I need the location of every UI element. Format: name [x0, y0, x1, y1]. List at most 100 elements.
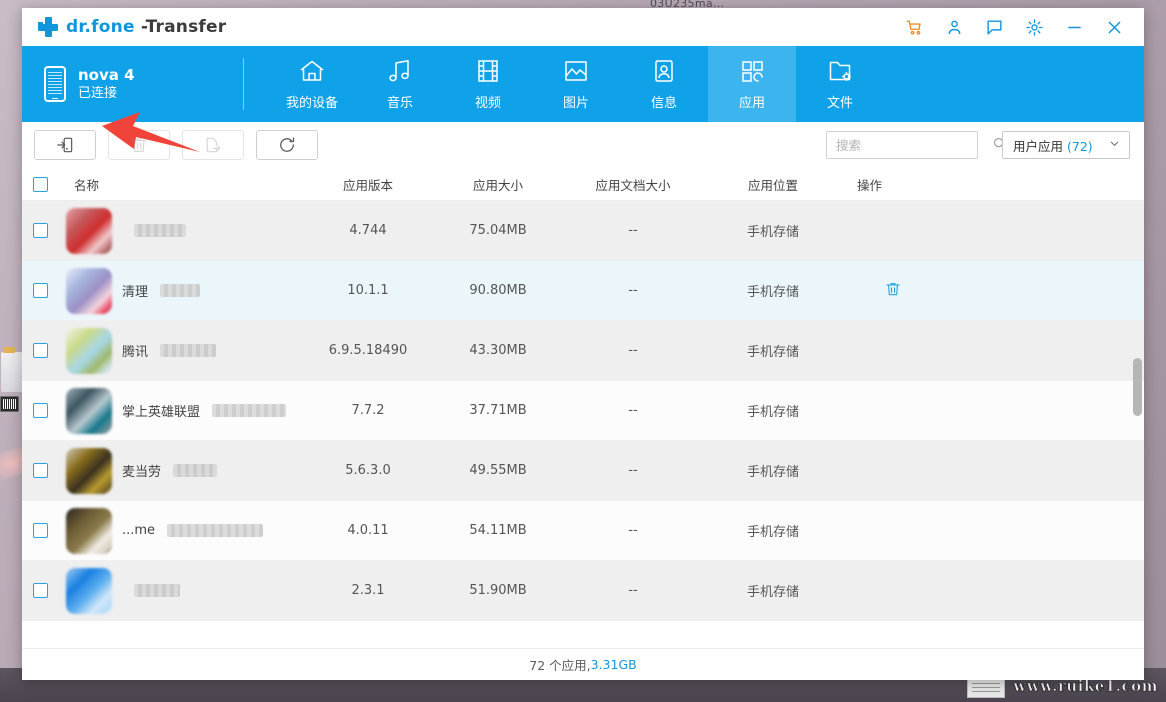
nav-tab-label: 信息 [650, 96, 677, 111]
app-name-label: 麦当劳 [122, 465, 162, 480]
nav-tab-label: 音乐 [386, 96, 413, 111]
search-input[interactable] [836, 137, 992, 153]
header-name: 名称 [74, 177, 100, 193]
app-version-cell: 10.1.1 [347, 283, 389, 298]
app-table: 名称 应用版本 应用大小 应用文档大小 应用位置 操作 4.744 75.04MB… [22, 168, 1144, 648]
photo-icon [561, 57, 591, 85]
app-filter-label: 用户应用 [1013, 138, 1064, 154]
row-checkbox[interactable] [32, 463, 48, 478]
row-checkbox[interactable] [32, 343, 48, 358]
nav-tab-apps[interactable]: 应用 [708, 46, 796, 122]
nav-tab-label: 我的设备 [285, 96, 338, 111]
search-box[interactable] [826, 131, 1006, 159]
app-name-redaction [173, 464, 218, 477]
table-header-row: 名称 应用版本 应用大小 应用文档大小 应用位置 操作 [22, 168, 1144, 201]
select-all-checkbox[interactable] [32, 176, 48, 192]
close-icon[interactable] [1094, 10, 1134, 44]
settings-icon[interactable] [1014, 10, 1054, 44]
app-doc-size-cell: -- [628, 463, 638, 478]
app-location-cell: 手机存储 [746, 405, 799, 420]
table-body: 4.744 75.04MB -- 手机存储 清理 10.1.1 90.80MB -- 手机存储腾… [22, 201, 1144, 648]
phone-icon [44, 66, 66, 102]
row-checkbox[interactable] [32, 583, 48, 598]
cart-icon[interactable] [894, 10, 934, 44]
table-row[interactable]: 清理 10.1.1 90.80MB -- 手机存储 [22, 261, 1144, 321]
desktop-icon-barcode[interactable] [0, 396, 19, 412]
status-bar: 72 个应用, 3.31GB [22, 648, 1144, 680]
app-name-redaction [160, 344, 217, 357]
app-name-redaction [212, 404, 287, 417]
app-doc-size-cell: -- [628, 223, 638, 238]
app-version-cell: 4.744 [349, 223, 387, 238]
app-location-cell: 手机存储 [746, 225, 799, 240]
table-row[interactable]: 腾讯 6.9.5.18490 43.30MB -- 手机存储 [22, 321, 1144, 381]
nav-tab-video[interactable]: 视频 [444, 46, 532, 122]
table-row[interactable]: 2.3.1 51.90MB -- 手机存储 [22, 561, 1144, 621]
table-scrollbar-thumb[interactable] [1133, 358, 1142, 416]
app-size-cell: 51.90MB [469, 583, 527, 598]
connected-device[interactable]: nova 4 已连接 [22, 46, 244, 122]
nav-tabs: 我的设备 音乐 视频 图片 信息 应用 文件 [268, 46, 884, 122]
row-checkbox[interactable] [32, 223, 48, 238]
table-row[interactable]: 麦当劳 5.6.3.0 49.55MB -- 手机存储 [22, 441, 1144, 501]
nav-tab-file[interactable]: 文件 [796, 46, 884, 122]
row-checkbox[interactable] [32, 523, 48, 538]
row-checkbox[interactable] [32, 283, 48, 298]
header-action: 操作 [857, 177, 883, 193]
app-name-cell: 清理 [58, 267, 303, 314]
app-size-cell: 43.30MB [469, 343, 527, 358]
nav-tab-my-device[interactable]: 我的设备 [268, 46, 356, 122]
nav-tab-label: 视频 [474, 96, 501, 111]
app-name-cell [58, 567, 303, 614]
table-row[interactable]: ...me 4.0.11 54.11MB -- 手机存储 [22, 501, 1144, 561]
app-icon [66, 567, 112, 614]
app-icon [66, 507, 112, 554]
table-row[interactable]: 4.744 75.04MB -- 手机存储 [22, 201, 1144, 261]
app-location-cell: 手机存储 [746, 585, 799, 600]
refresh-button[interactable] [256, 130, 318, 160]
app-name-cell: 腾讯 [58, 327, 303, 374]
apps-icon [737, 57, 767, 85]
app-size-cell: 49.55MB [469, 463, 527, 478]
delete-icon[interactable] [884, 280, 902, 298]
header-doc-size: 应用文档大小 [595, 177, 671, 193]
feedback-icon[interactable] [974, 10, 1014, 44]
app-doc-size-cell: -- [628, 343, 638, 358]
minimize-icon[interactable] [1054, 10, 1094, 44]
nav-tab-info[interactable]: 信息 [620, 46, 708, 122]
table-row[interactable]: 掌上英雄联盟 7.7.2 37.71MB -- 手机存储 [22, 381, 1144, 441]
row-checkbox[interactable] [32, 403, 48, 418]
nav-tab-photo[interactable]: 图片 [532, 46, 620, 122]
app-size-cell: 54.11MB [469, 523, 527, 538]
delete-app-button[interactable] [108, 130, 170, 160]
install-app-button[interactable] [34, 130, 96, 160]
export-app-button[interactable] [182, 130, 244, 160]
account-icon[interactable] [934, 10, 974, 44]
app-name-label: 清理 [122, 285, 149, 300]
app-name-cell: 掌上英雄联盟 [58, 387, 303, 434]
app-version-cell: 4.0.11 [347, 523, 389, 538]
nav-tab-label: 图片 [562, 96, 589, 111]
title-bar: dr.fone -Transfer [22, 8, 1144, 46]
app-title-brand: dr.fone [66, 17, 135, 37]
app-name-label: 掌上英雄联盟 [122, 405, 201, 420]
contact-icon [649, 57, 679, 85]
app-version-cell: 7.7.2 [351, 403, 385, 418]
row-checkbox-cell [22, 523, 58, 538]
nav-tab-label: 应用 [738, 96, 765, 111]
app-doc-size-cell: -- [628, 523, 638, 538]
app-name-redaction [160, 284, 201, 297]
app-size-cell: 90.80MB [469, 283, 527, 298]
app-version-cell: 5.6.3.0 [345, 463, 391, 478]
app-filter-dropdown[interactable]: 用户应用 (72) [1002, 131, 1130, 159]
music-icon [385, 57, 415, 85]
app-name-cell: ...me [58, 507, 303, 554]
app-name-cell: 麦当劳 [58, 447, 303, 494]
app-icon [66, 267, 112, 314]
nav-tab-label: 文件 [826, 96, 853, 111]
header-size: 应用大小 [472, 177, 523, 193]
app-name-label: 腾讯 [122, 345, 149, 360]
toolbar: 用户应用 (72) [22, 122, 1144, 168]
nav-tab-music[interactable]: 音乐 [356, 46, 444, 122]
row-checkbox-cell [22, 223, 58, 238]
